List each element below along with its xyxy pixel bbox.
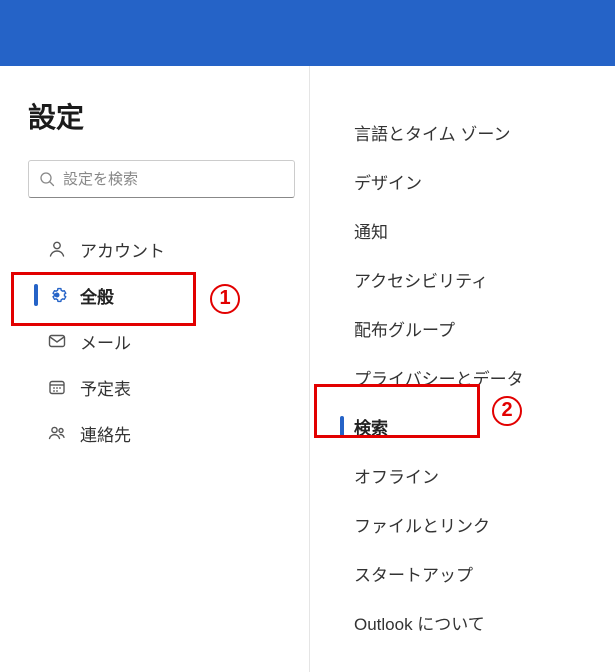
nav-item-general[interactable]: 全般: [28, 272, 289, 318]
search-box[interactable]: [28, 160, 295, 198]
sub-item-design[interactable]: デザイン: [330, 157, 605, 206]
nav-list: アカウント 全般 メール 予定表: [28, 226, 289, 456]
sub-label: ファイルとリンク: [354, 512, 490, 537]
nav-label: 予定表: [80, 375, 131, 400]
gear-icon: [44, 285, 70, 305]
nav-item-mail[interactable]: メール: [28, 318, 289, 364]
sub-label: 言語とタイム ゾーン: [354, 120, 511, 145]
general-subnav: 言語とタイム ゾーン デザイン 通知 アクセシビリティ 配布グループ プライバシ…: [310, 66, 615, 672]
sub-item-about[interactable]: Outlook について: [330, 598, 605, 647]
sub-item-accessibility[interactable]: アクセシビリティ: [330, 255, 605, 304]
page-title: 設定: [28, 96, 289, 136]
sub-item-offline[interactable]: オフライン: [330, 451, 605, 500]
sub-label: 配布グループ: [354, 316, 455, 341]
sub-item-startup[interactable]: スタートアップ: [330, 549, 605, 598]
nav-item-account[interactable]: アカウント: [28, 226, 289, 272]
nav-label: メール: [80, 329, 131, 354]
nav-item-calendar[interactable]: 予定表: [28, 364, 289, 410]
sub-label: 通知: [354, 218, 388, 243]
person-icon: [44, 239, 70, 259]
annotation-marker-1: 1: [210, 283, 240, 314]
sub-item-files[interactable]: ファイルとリンク: [330, 500, 605, 549]
calendar-icon: [44, 377, 70, 397]
sub-label: アクセシビリティ: [354, 267, 488, 292]
people-icon: [44, 423, 70, 443]
sub-label: スタートアップ: [354, 561, 473, 586]
sub-label: Outlook について: [354, 610, 485, 635]
sub-item-distribution[interactable]: 配布グループ: [330, 304, 605, 353]
sub-item-notifications[interactable]: 通知: [330, 206, 605, 255]
nav-label: 全般: [80, 283, 114, 308]
sub-label: 検索: [354, 414, 388, 439]
nav-label: 連絡先: [80, 421, 131, 446]
sub-label: プライバシーとデータ: [354, 365, 524, 390]
sub-label: オフライン: [354, 463, 439, 488]
sub-item-search[interactable]: 検索: [330, 402, 605, 451]
annotation-marker-2: 2: [492, 395, 522, 426]
top-bar: [0, 0, 615, 66]
nav-label: アカウント: [80, 237, 165, 262]
sub-label: デザイン: [354, 169, 422, 194]
sub-item-language[interactable]: 言語とタイム ゾーン: [330, 108, 605, 157]
search-icon: [39, 171, 55, 187]
envelope-icon: [44, 331, 70, 351]
sub-item-privacy[interactable]: プライバシーとデータ: [330, 353, 605, 402]
nav-item-contacts[interactable]: 連絡先: [28, 410, 289, 456]
settings-sidebar: 設定 アカウント 全般: [0, 66, 310, 672]
search-input[interactable]: [63, 171, 284, 188]
